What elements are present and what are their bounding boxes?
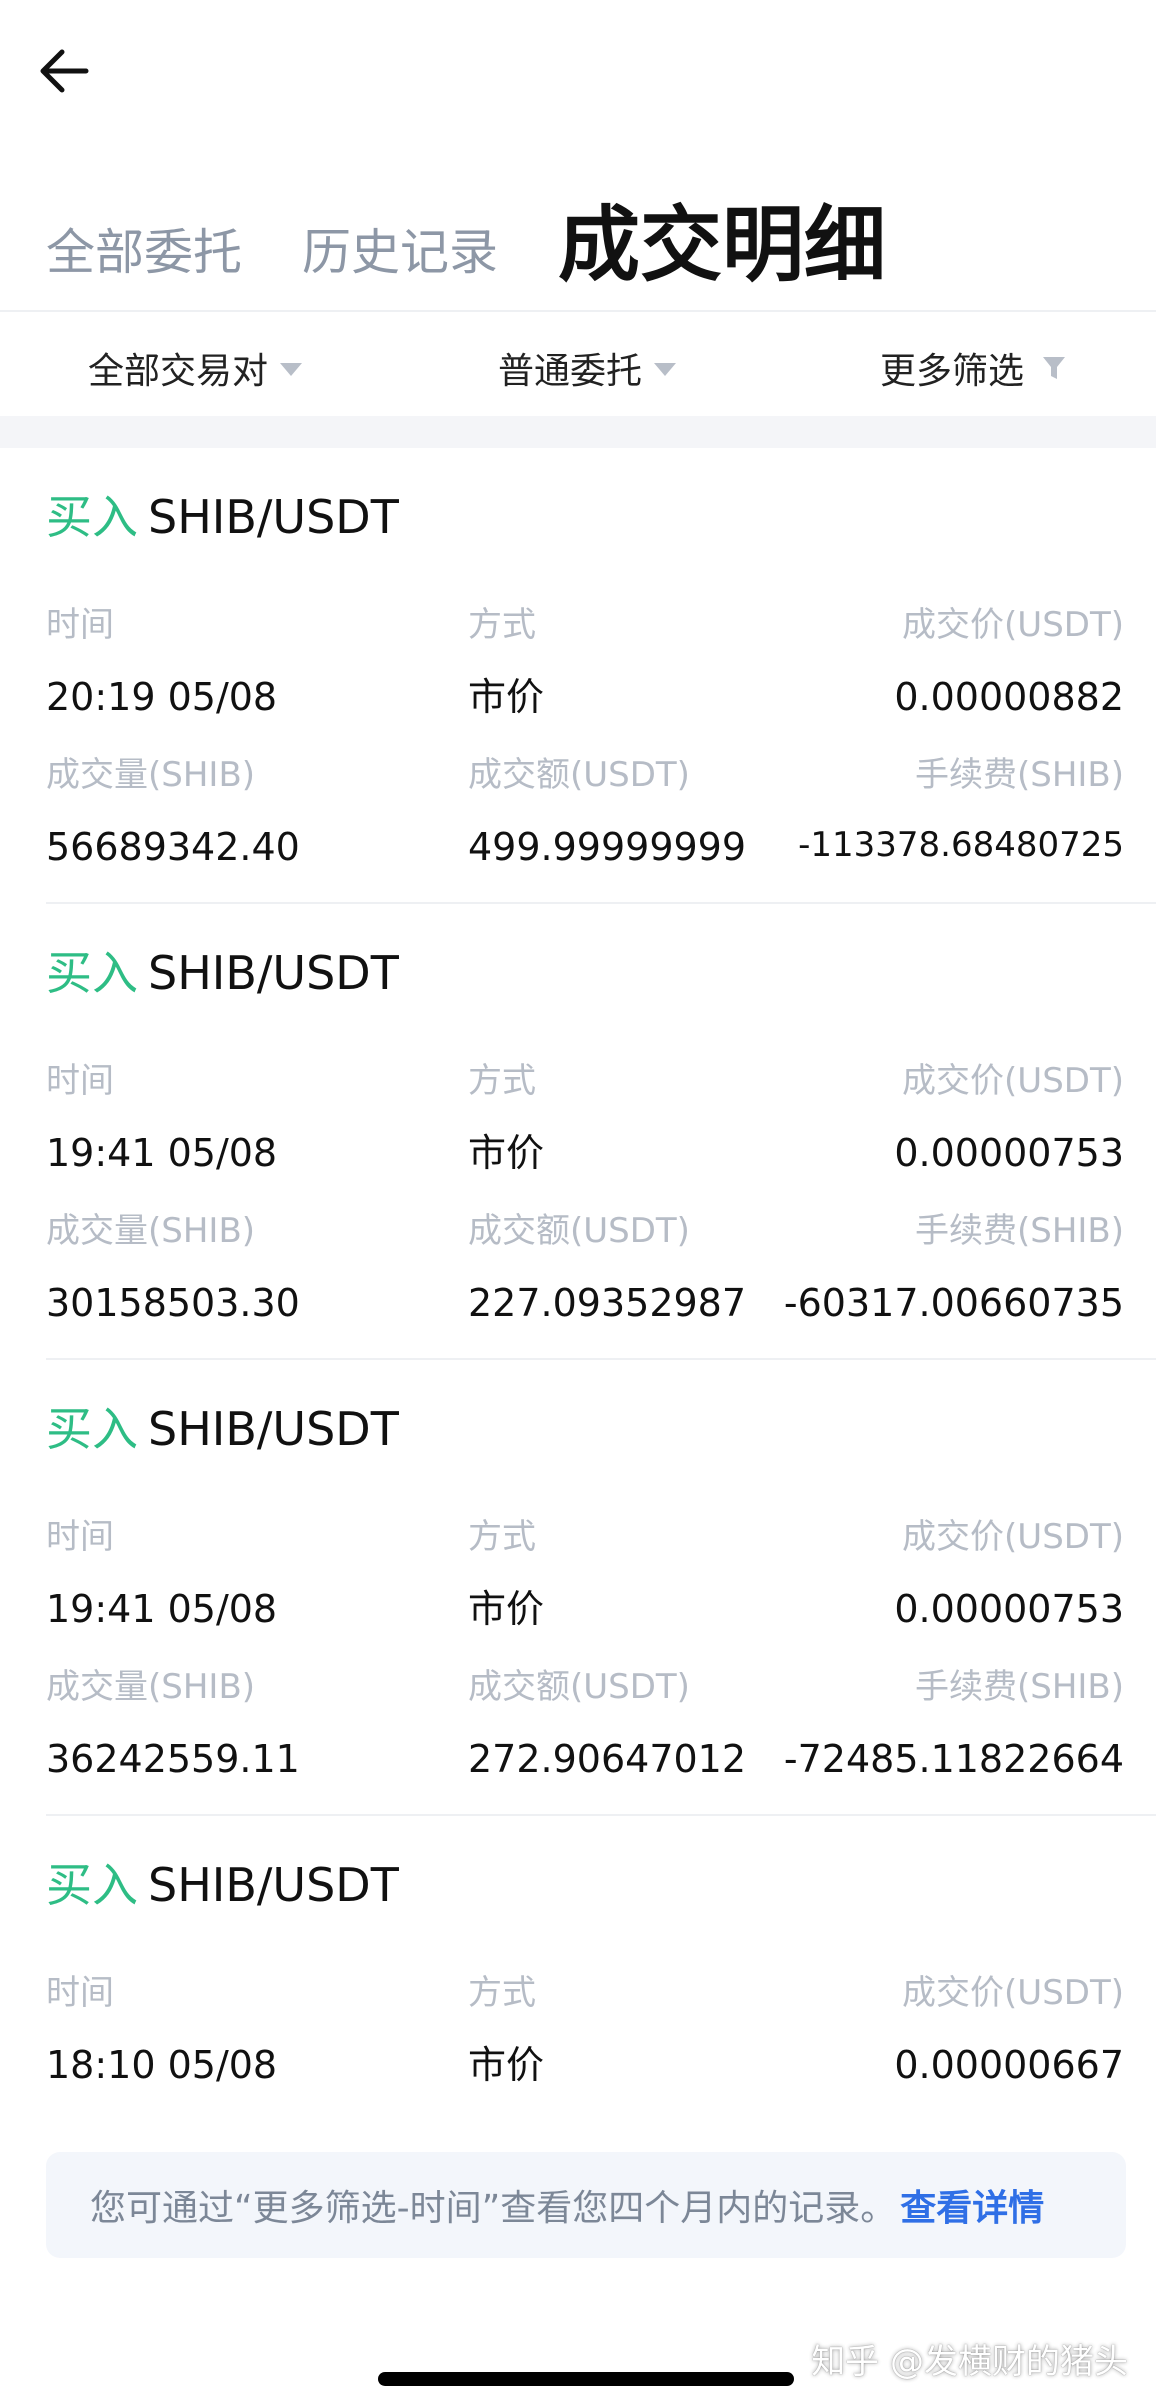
- amount-value: 36242559.11: [46, 1737, 300, 1781]
- tab-trade-details[interactable]: 成交明细: [558, 205, 886, 295]
- watermark: 知乎 @发横财的猪头: [811, 2342, 1128, 2382]
- more-filters-button[interactable]: 更多筛选: [880, 342, 1066, 394]
- total-label: 成交额(USDT): [468, 1667, 690, 1707]
- method-label: 方式: [468, 1973, 536, 2013]
- price-value: 0.00000753: [894, 1587, 1124, 1631]
- notice-text: 您可通过“更多筛选-时间”查看您四个月内的记录。: [90, 2188, 897, 2229]
- total-value: 272.90647012: [468, 1737, 747, 1781]
- time-value: 19:41 05/08: [46, 1587, 278, 1631]
- price-value: 0.00000667: [894, 2043, 1124, 2087]
- side-label: 买入: [46, 1858, 138, 1912]
- price-label: 成交价(USDT): [902, 1517, 1124, 1557]
- more-filters-label: 更多筛选: [880, 351, 1025, 392]
- total-label: 成交额(USDT): [468, 755, 690, 795]
- method-label: 方式: [468, 605, 536, 645]
- total-value: 227.09352987: [468, 1281, 747, 1325]
- caret-down-icon: [654, 362, 677, 376]
- trade-records-list: 买入 SHIB/USDT 时间 方式 成交价(USDT) 20:19 05/08 …: [0, 448, 1156, 2116]
- amount-label: 成交量(SHIB): [46, 755, 256, 795]
- section-gap: [0, 416, 1156, 448]
- time-label: 时间: [46, 1973, 114, 2013]
- method-label: 方式: [468, 1517, 536, 1557]
- record-title: 买入 SHIB/USDT: [46, 1406, 399, 1452]
- time-label: 时间: [46, 1517, 114, 1557]
- side-label: 买入: [46, 1402, 138, 1456]
- view-details-link[interactable]: 查看详情: [900, 2179, 1044, 2231]
- method-label: 方式: [468, 1061, 536, 1101]
- side-label: 买入: [46, 490, 138, 544]
- trade-record[interactable]: 买入 SHIB/USDT 时间 方式 成交价(USDT) 18:10 05/08 …: [0, 1816, 1156, 2116]
- pair-label: SHIB/USDT: [148, 1858, 399, 1912]
- trade-record[interactable]: 买入 SHIB/USDT 时间 方式 成交价(USDT) 19:41 05/08 …: [0, 1360, 1156, 1816]
- price-label: 成交价(USDT): [902, 1061, 1124, 1101]
- time-value: 20:19 05/08: [46, 675, 278, 719]
- fee-label: 手续费(SHIB): [914, 1667, 1124, 1707]
- method-value: 市价: [468, 2043, 545, 2087]
- caret-down-icon: [280, 362, 303, 376]
- record-title: 买入 SHIB/USDT: [46, 1862, 399, 1908]
- fee-label: 手续费(SHIB): [914, 1211, 1124, 1251]
- filter-funnel-icon: [1043, 357, 1066, 379]
- price-value: 0.00000753: [894, 1131, 1124, 1175]
- fee-label: 手续费(SHIB): [914, 755, 1124, 795]
- time-value: 19:41 05/08: [46, 1131, 278, 1175]
- pair-label: SHIB/USDT: [148, 490, 399, 544]
- order-type-filter-label: 普通委托: [498, 351, 643, 392]
- history-notice: 您可通过“更多筛选-时间”查看您四个月内的记录。 查看详情: [46, 2152, 1126, 2258]
- record-title: 买入 SHIB/USDT: [46, 950, 399, 996]
- amount-label: 成交量(SHIB): [46, 1667, 256, 1707]
- arrow-left-icon: [40, 49, 89, 93]
- fee-value: -113378.68480725: [798, 825, 1124, 865]
- amount-label: 成交量(SHIB): [46, 1211, 256, 1251]
- record-title: 买入 SHIB/USDT: [46, 494, 399, 540]
- amount-value: 30158503.30: [46, 1281, 300, 1325]
- pair-label: SHIB/USDT: [148, 1402, 399, 1456]
- filter-bar: 全部交易对 普通委托 更多筛选: [0, 312, 1156, 416]
- pair-filter-label: 全部交易对: [88, 351, 269, 392]
- time-label: 时间: [46, 605, 114, 645]
- price-label: 成交价(USDT): [902, 1973, 1124, 2013]
- tab-bar: 全部委托 历史记录 成交明细: [46, 185, 886, 295]
- fee-value: -72485.11822664: [783, 1737, 1124, 1781]
- total-value: 499.99999999: [468, 825, 747, 869]
- pair-label: SHIB/USDT: [148, 946, 399, 1000]
- price-label: 成交价(USDT): [902, 605, 1124, 645]
- home-indicator[interactable]: [378, 2372, 794, 2386]
- price-value: 0.00000882: [894, 675, 1124, 719]
- total-label: 成交额(USDT): [468, 1211, 690, 1251]
- amount-value: 56689342.40: [46, 825, 300, 869]
- back-button[interactable]: [38, 36, 108, 106]
- time-value: 18:10 05/08: [46, 2043, 278, 2087]
- method-value: 市价: [468, 1131, 545, 1175]
- trade-details-page: 全部委托 历史记录 成交明细 全部交易对 普通委托 更多筛选 买入 SHIB/US…: [0, 0, 1156, 2406]
- pair-filter-dropdown[interactable]: 全部交易对: [88, 342, 303, 394]
- fee-value: -60317.00660735: [783, 1281, 1124, 1325]
- order-type-filter-dropdown[interactable]: 普通委托: [498, 342, 677, 394]
- method-value: 市价: [468, 675, 545, 719]
- trade-record[interactable]: 买入 SHIB/USDT 时间 方式 成交价(USDT) 19:41 05/08 …: [0, 904, 1156, 1360]
- tab-history[interactable]: 历史记录: [302, 228, 498, 295]
- side-label: 买入: [46, 946, 138, 1000]
- tab-all-orders[interactable]: 全部委托: [46, 228, 242, 295]
- time-label: 时间: [46, 1061, 114, 1101]
- method-value: 市价: [468, 1587, 545, 1631]
- trade-record[interactable]: 买入 SHIB/USDT 时间 方式 成交价(USDT) 20:19 05/08 …: [0, 448, 1156, 904]
